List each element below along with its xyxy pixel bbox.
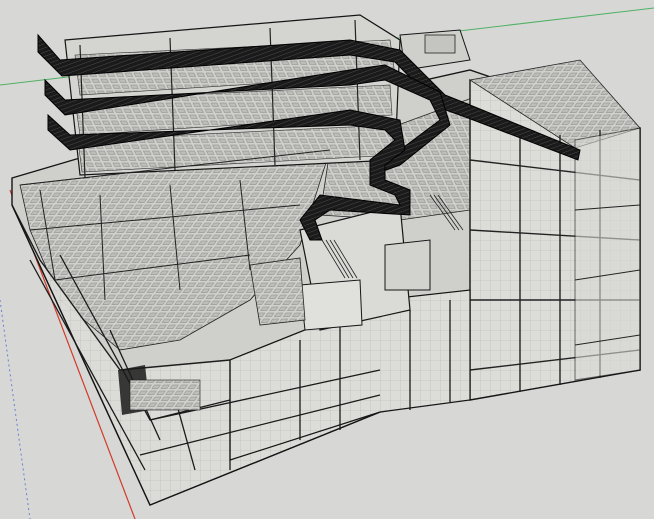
right-tower bbox=[468, 59, 641, 401]
building-model[interactable] bbox=[11, 14, 641, 506]
modeling-viewport[interactable] bbox=[0, 0, 654, 519]
model-canvas[interactable] bbox=[0, 0, 654, 519]
blue-axis bbox=[0, 299, 31, 519]
